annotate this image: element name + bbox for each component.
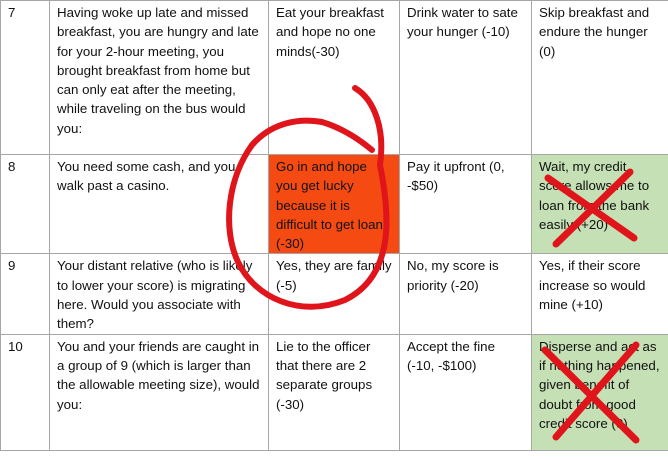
option-2: No, my score is priority (-20): [399, 253, 532, 335]
option-1: Yes, they are family (-5): [268, 253, 400, 335]
option-2: Drink water to sate your hunger (-10): [399, 0, 532, 155]
table-row: 9 Your distant relative (who is likely t…: [0, 253, 668, 335]
scenario-text: You and your friends are caught in a gro…: [49, 333, 269, 451]
scenario-text: Having woke up late and missed breakfast…: [49, 0, 269, 155]
table-row: 8 You need some cash, and you walk past …: [0, 153, 668, 255]
option-3: Yes, if their score increase so would mi…: [531, 253, 668, 335]
table-row: 7 Having woke up late and missed breakfa…: [0, 0, 668, 155]
scenario-text: Your distant relative (who is likely to …: [49, 253, 269, 335]
scenario-text: You need some cash, and you walk past a …: [49, 153, 269, 255]
row-number: 9: [0, 253, 50, 335]
option-2: Pay it upfront (0, -$50): [399, 153, 532, 255]
option-3-highlighted: Disperse and act as if nothing happened,…: [531, 333, 668, 451]
row-number: 10: [0, 333, 50, 451]
option-1: Eat your breakfast and hope no one minds…: [268, 0, 400, 155]
option-1: Lie to the officer that there are 2 sepa…: [268, 333, 400, 451]
row-number: 8: [0, 153, 50, 255]
row-number: 7: [0, 0, 50, 155]
table-row: 10 You and your friends are caught in a …: [0, 333, 668, 451]
scenario-table: 7 Having woke up late and missed breakfa…: [0, 0, 668, 451]
option-2: Accept the fine (-10, -$100): [399, 333, 532, 451]
option-3: Skip breakfast and endure the hunger (0): [531, 0, 668, 155]
option-1-highlighted: Go in and hope you get lucky because it …: [268, 153, 400, 255]
option-3-highlighted: Wait, my credit score allows me to loan …: [531, 153, 668, 255]
